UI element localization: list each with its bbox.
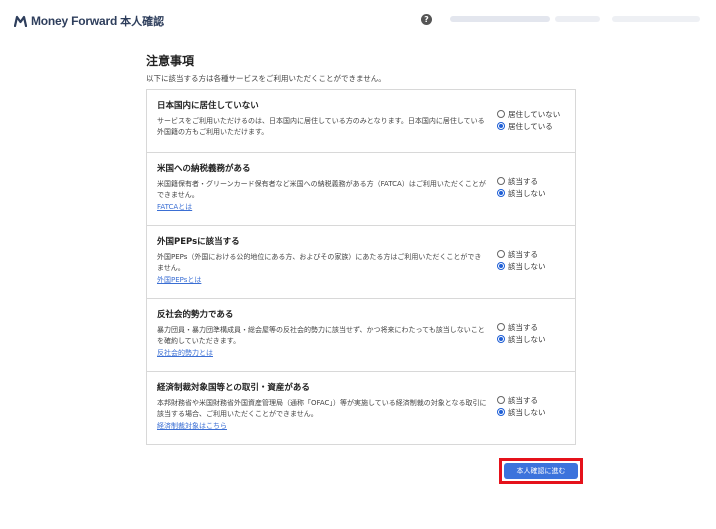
- radio-group-antisocial: 該当する 該当しない: [497, 321, 546, 345]
- page-name: 本人確認: [120, 15, 165, 28]
- radio-label: 該当する: [508, 395, 538, 405]
- radio-option[interactable]: 該当する: [497, 321, 546, 333]
- radio-button-selected[interactable]: [497, 335, 505, 343]
- money-forward-logo-icon: [14, 15, 27, 27]
- main-content: 注意事項 以下に該当する方は各種サービスをご利用いただくことができません。 日本…: [146, 52, 576, 445]
- radio-group-residency: 居住していない 居住している: [497, 108, 560, 132]
- radio-option[interactable]: 該当しない: [497, 333, 546, 345]
- notice-description: 暴力団員・暴力団準構成員・総会屋等の反社会的勢力に該当せず、かつ将来にわたっても…: [157, 326, 485, 345]
- radio-button[interactable]: [497, 250, 505, 258]
- account-id-blurred: [555, 16, 600, 22]
- notice-description: サービスをご利用いただけるのは、日本国内に居住している方のみとなります。日本国内…: [157, 117, 485, 136]
- radio-label: 該当しない: [508, 261, 546, 271]
- page-title: 注意事項: [146, 54, 195, 68]
- radio-button-selected[interactable]: [497, 408, 505, 416]
- radio-option[interactable]: 該当しない: [497, 260, 546, 272]
- radio-group-sanctions: 該当する 該当しない: [497, 394, 546, 418]
- radio-group-peps: 該当する 該当しない: [497, 248, 546, 272]
- radio-button[interactable]: [497, 323, 505, 331]
- radio-button[interactable]: [497, 110, 505, 118]
- radio-label: 該当する: [508, 249, 538, 259]
- radio-label: 居住していない: [508, 109, 561, 119]
- antisocial-link[interactable]: 反社会的勢力とは: [157, 348, 565, 359]
- radio-option[interactable]: 該当する: [497, 394, 546, 406]
- brand-name: Money Forward: [31, 14, 118, 28]
- notice-description: 外国PEPs（外国における公的地位にある方、およびその家族）にあたる方はご利用い…: [157, 253, 482, 272]
- radio-label: 該当する: [508, 322, 538, 332]
- radio-option[interactable]: 居住している: [497, 120, 560, 132]
- page-subtitle: 以下に該当する方は各種サービスをご利用いただくことができません。: [146, 74, 386, 83]
- notice-description: 米国籍保有者・グリーンカード保有者など米国への納税義務がある方（FATCA）はご…: [157, 180, 486, 199]
- notice-item-sanctions: 経済制裁対象国等との取引・資産がある 本邦財務省や米国財務省外国資産管理局（通称…: [147, 372, 575, 444]
- notice-item-us-tax: 米国への納税義務がある 米国籍保有者・グリーンカード保有者など米国への納税義務が…: [147, 153, 575, 226]
- radio-option[interactable]: 該当しない: [497, 406, 546, 418]
- sanctions-link[interactable]: 経済制裁対象はこちら: [157, 421, 565, 432]
- notice-title: 反社会的勢力である: [157, 310, 234, 320]
- radio-group-us-tax: 該当する 該当しない: [497, 175, 546, 199]
- radio-option[interactable]: 居住していない: [497, 108, 560, 120]
- radio-label: 該当しない: [508, 334, 546, 344]
- notice-item-residency: 日本国内に居住していない サービスをご利用いただけるのは、日本国内に居住している…: [147, 90, 575, 153]
- app-header: Money Forward 本人確認 ?: [0, 0, 716, 40]
- notice-title: 外国PEPsに該当する: [157, 237, 240, 247]
- notice-list: 日本国内に居住していない サービスをご利用いただけるのは、日本国内に居住している…: [146, 89, 576, 445]
- radio-button-selected[interactable]: [497, 122, 505, 130]
- account-menu-blurred[interactable]: [612, 16, 700, 22]
- radio-button[interactable]: [497, 396, 505, 404]
- radio-option[interactable]: 該当する: [497, 248, 546, 260]
- proceed-to-verification-button[interactable]: 本人確認に進む: [504, 463, 578, 479]
- question-circle-icon[interactable]: ?: [421, 14, 432, 25]
- logo[interactable]: Money Forward 本人確認: [14, 13, 164, 29]
- notice-item-peps: 外国PEPsに該当する 外国PEPs（外国における公的地位にある方、およびその家…: [147, 226, 575, 299]
- notice-title: 経済制裁対象国等との取引・資産がある: [157, 383, 310, 393]
- notice-description: 本邦財務省や米国財務省外国資産管理局（通称「OFAC」）等が実施している経済制裁…: [157, 399, 487, 418]
- radio-button-selected[interactable]: [497, 262, 505, 270]
- radio-option[interactable]: 該当する: [497, 175, 546, 187]
- radio-label: 該当しない: [508, 407, 546, 417]
- notice-item-antisocial: 反社会的勢力である 暴力団員・暴力団準構成員・総会屋等の反社会的勢力に該当せず、…: [147, 299, 575, 372]
- account-name-blurred[interactable]: [450, 16, 550, 22]
- radio-button-selected[interactable]: [497, 189, 505, 197]
- peps-link[interactable]: 外国PEPsとは: [157, 275, 565, 286]
- cta-highlight: 本人確認に進む: [499, 458, 583, 484]
- radio-label: 該当しない: [508, 188, 546, 198]
- radio-label: 居住している: [508, 121, 553, 131]
- notice-title: 米国への納税義務がある: [157, 164, 251, 174]
- fatca-link[interactable]: FATCAとは: [157, 202, 565, 213]
- radio-button[interactable]: [497, 177, 505, 185]
- radio-label: 該当する: [508, 176, 538, 186]
- radio-option[interactable]: 該当しない: [497, 187, 546, 199]
